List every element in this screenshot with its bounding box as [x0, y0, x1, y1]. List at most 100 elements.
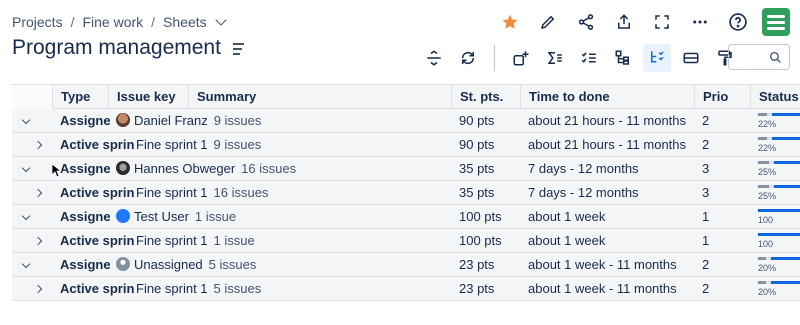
status-progress: 25% [758, 185, 800, 201]
row-type: Assignee [60, 209, 110, 224]
avatar [116, 161, 130, 175]
priority: 1 [702, 233, 710, 248]
expand-toggle[interactable] [26, 133, 50, 157]
issue-count: 9 issues [213, 137, 262, 152]
priority: 2 [702, 113, 710, 128]
chevron-down-icon[interactable] [214, 14, 227, 26]
add-issue-icon[interactable] [507, 44, 535, 72]
sum-icon[interactable] [541, 44, 569, 72]
row-name: Test User [134, 209, 189, 224]
row-label: Test User 1 issue [110, 205, 450, 229]
group-row-assignee[interactable]: AssigneeHannes Obweger16 issues35 pts7 d… [12, 157, 800, 181]
row-label: Fine sprint 1 5 issues [130, 277, 450, 301]
priority: 1 [702, 209, 710, 224]
time-to-done: 7 days - 12 months [528, 161, 639, 176]
expand-toggle[interactable] [26, 181, 50, 205]
row-label: Fine sprint 1 16 issues [130, 181, 450, 205]
progress-fill [758, 281, 767, 284]
group-row-assignee[interactable]: Assignee Test User 1 issue 100 pts about 1 w… [12, 205, 800, 229]
card-icon[interactable] [677, 44, 705, 72]
column-header-priority[interactable]: Prio [694, 85, 750, 109]
row-height-icon[interactable] [420, 44, 448, 72]
status-percent: 100 [758, 215, 774, 225]
status-percent: 100 [758, 239, 774, 249]
progress-remaining [773, 185, 800, 188]
expand-toggle[interactable] [26, 229, 50, 253]
progress-bar [758, 137, 800, 140]
column-header-story-points[interactable]: St. pts. [451, 85, 520, 109]
checklist-icon[interactable] [575, 44, 603, 72]
priority: 2 [702, 281, 710, 296]
breadcrumb-projects[interactable]: Projects [12, 14, 63, 30]
progress-bar [758, 185, 800, 188]
group-row-assignee[interactable]: Assignee Daniel Franz 9 issues 90 pts about … [12, 109, 800, 133]
progress-fill [758, 257, 767, 260]
progress-fill [758, 185, 769, 188]
pencil-icon[interactable] [534, 8, 562, 36]
fullscreen-icon[interactable] [648, 8, 676, 36]
search-input[interactable] [728, 44, 790, 70]
expand-toggle[interactable] [26, 277, 50, 301]
column-header-issue-key[interactable]: Issue key [108, 85, 188, 109]
breadcrumb: Projects / Fine work / Sheets [12, 14, 227, 30]
story-points: 100 pts [459, 209, 502, 224]
group-row-assignee[interactable]: Assignee Unassigned 5 issues 23 pts about 1 … [12, 253, 800, 277]
collapse-toggle[interactable] [14, 205, 38, 229]
chevron-down-icon [21, 259, 31, 268]
issue-count: 5 issues [208, 257, 257, 272]
chevron-down-icon [21, 115, 31, 124]
time-to-done: 7 days - 12 months [528, 185, 639, 200]
export-icon[interactable] [610, 8, 638, 36]
row-type: Assignee [60, 257, 110, 272]
empty-row [12, 301, 800, 325]
row-name: Unassigned [134, 257, 203, 272]
status-progress: 20% [758, 257, 800, 273]
status-percent: 20% [758, 263, 777, 273]
status-progress: 25% [758, 161, 800, 177]
chevron-right-icon [33, 188, 43, 198]
column-header-status[interactable]: Status [750, 85, 800, 109]
star-icon[interactable] [496, 8, 524, 36]
more-icon[interactable] [686, 8, 714, 36]
issue-count: 16 issues [241, 161, 297, 176]
row-type: Active sprint [60, 137, 134, 152]
row-type: Assignee [60, 113, 110, 128]
group-row-sprint[interactable]: Active sprint Fine sprint 1 16 issues 35 pt… [12, 181, 800, 205]
collapse-toggle[interactable] [14, 253, 38, 277]
breadcrumb-sheets[interactable]: Sheets [163, 14, 207, 30]
group-row-sprint[interactable]: Active sprint Fine sprint 1 9 issues 90 pts… [12, 133, 800, 157]
collapse-toggle[interactable] [14, 109, 38, 133]
menu-icon[interactable] [232, 43, 244, 55]
status-percent: 22% [758, 143, 777, 153]
time-to-done: about 1 week - 11 months [528, 257, 677, 272]
row-type: Active sprint [60, 233, 134, 248]
time-to-done: about 1 week [528, 209, 606, 224]
help-icon[interactable] [724, 8, 752, 36]
breadcrumb-fine-work[interactable]: Fine work [82, 14, 143, 30]
row-name: Daniel Franz [134, 113, 208, 128]
hierarchy-icon[interactable] [609, 44, 637, 72]
app-logo[interactable] [762, 8, 790, 36]
issue-count: 1 issue [194, 209, 237, 224]
refresh-icon[interactable] [454, 44, 482, 72]
row-label: Unassigned 5 issues [110, 253, 450, 277]
column-header-time-to-done[interactable]: Time to done [520, 85, 694, 109]
row-label: Fine sprint 1 1 issue [130, 229, 450, 253]
group-by-icon[interactable] [643, 44, 671, 72]
collapse-toggle[interactable] [14, 157, 38, 181]
chevron-right-icon [33, 236, 43, 246]
share-icon[interactable] [572, 8, 600, 36]
priority: 3 [702, 161, 710, 176]
group-row-sprint[interactable]: Active sprint Fine sprint 1 1 issue 100 pts… [12, 229, 800, 253]
column-header-summary[interactable]: Summary [188, 85, 451, 109]
progress-bar [758, 257, 800, 260]
status-progress: 20% [758, 281, 800, 297]
search-icon [769, 51, 781, 63]
column-header-type[interactable]: Type [52, 85, 108, 109]
avatar [116, 257, 130, 271]
story-points: 23 pts [459, 281, 495, 296]
group-row-sprint[interactable]: Active sprint Fine sprint 1 5 issues 23 pts… [12, 277, 800, 301]
story-points: 35 pts [459, 185, 495, 200]
cursor-icon [52, 164, 62, 178]
story-points: 23 pts [459, 257, 495, 272]
